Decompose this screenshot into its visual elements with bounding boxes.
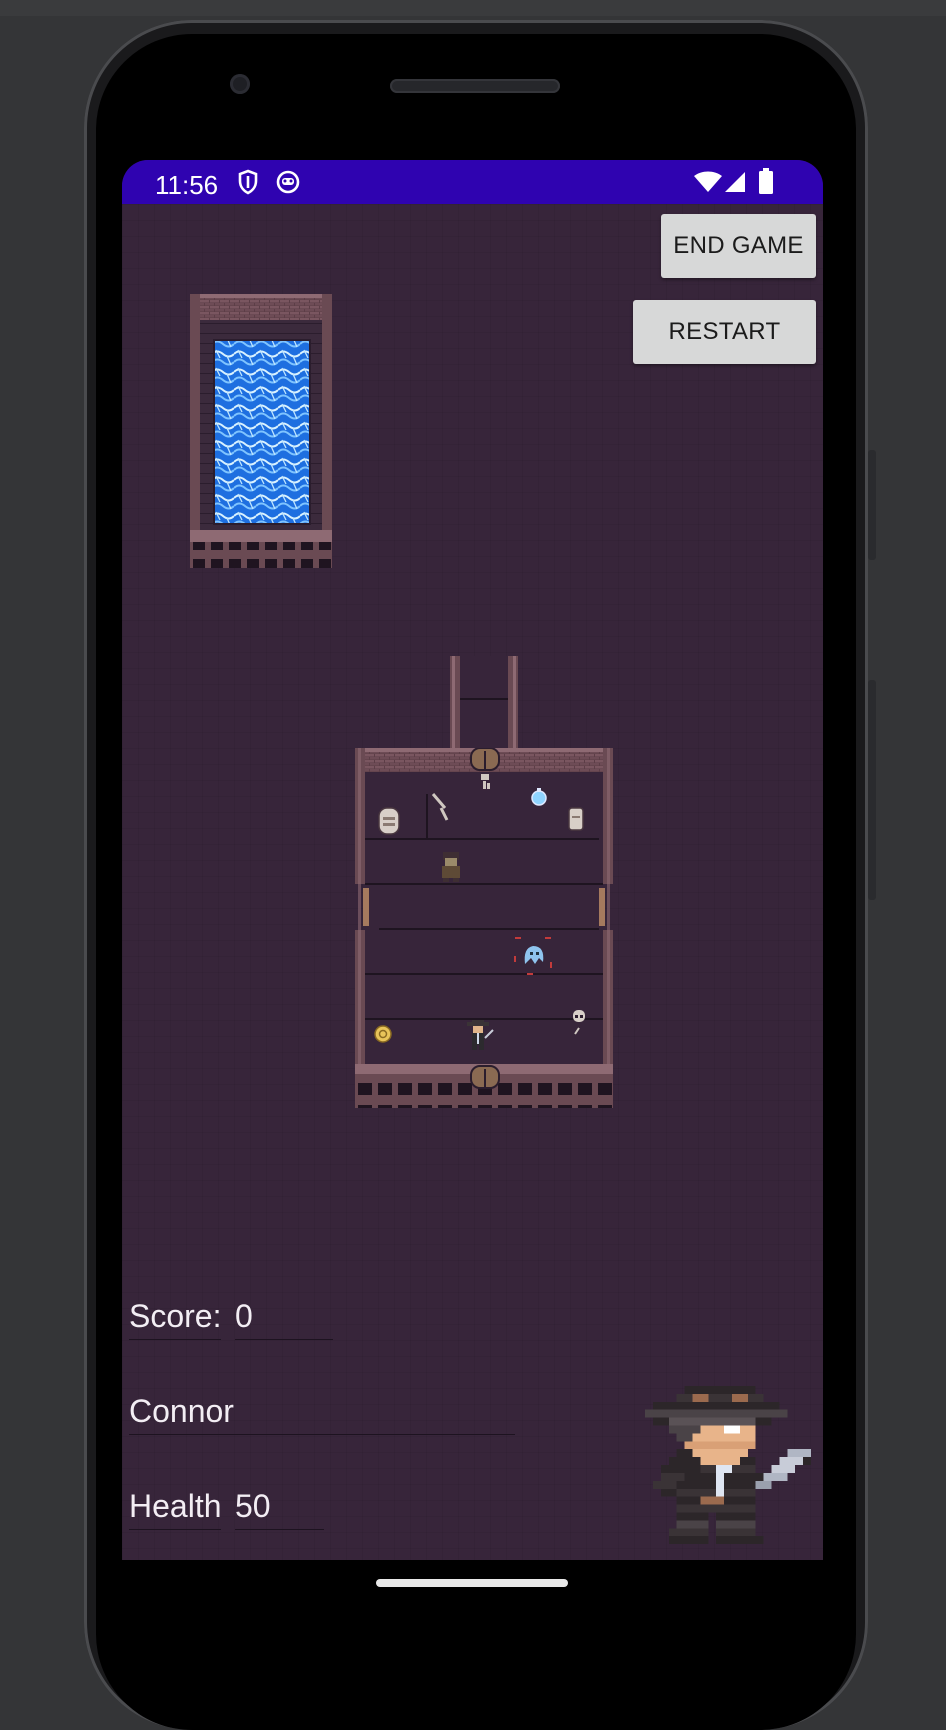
health-label: Health <box>129 1488 222 1524</box>
window-top-strip <box>0 0 946 16</box>
health-value: 50 <box>235 1488 271 1524</box>
player-portrait <box>645 1386 812 1545</box>
health-label-underline <box>129 1529 221 1530</box>
status-bar: 11:56 <box>122 160 823 204</box>
coin-sprite <box>374 1025 392 1043</box>
volume-button <box>868 680 876 900</box>
wifi-icon <box>694 171 722 192</box>
tombstone-sprite <box>378 807 400 835</box>
face-icon <box>276 170 300 194</box>
score-value: 0 <box>235 1298 253 1334</box>
power-button <box>868 450 876 560</box>
player-name-underline <box>129 1434 515 1435</box>
tombstone-sprite-small <box>568 807 584 831</box>
restart-button[interactable]: RESTART <box>633 300 816 364</box>
home-indicator[interactable] <box>376 1579 568 1587</box>
status-time: 11:56 <box>155 170 219 200</box>
health-value-underline <box>235 1529 324 1530</box>
device-screen: 11:56 END GAME RESTART Score: 0 Connor H… <box>122 160 823 1560</box>
end-game-button[interactable]: END GAME <box>661 214 816 278</box>
shield-icon <box>238 169 258 195</box>
front-camera <box>230 74 250 94</box>
game-area[interactable]: END GAME RESTART Score: 0 Connor Health … <box>122 204 823 1560</box>
score-value-underline <box>235 1339 333 1340</box>
fountain-room <box>190 294 332 568</box>
battery-icon <box>759 168 773 194</box>
earpiece-speaker <box>390 79 560 93</box>
score-label-underline <box>129 1339 221 1340</box>
player-name: Connor <box>129 1393 234 1429</box>
signal-icon <box>725 172 745 192</box>
dungeon-corridor <box>450 656 518 750</box>
zombie-sprite <box>442 852 460 882</box>
score-label: Score: <box>129 1298 222 1334</box>
dungeon-room <box>355 748 613 1108</box>
